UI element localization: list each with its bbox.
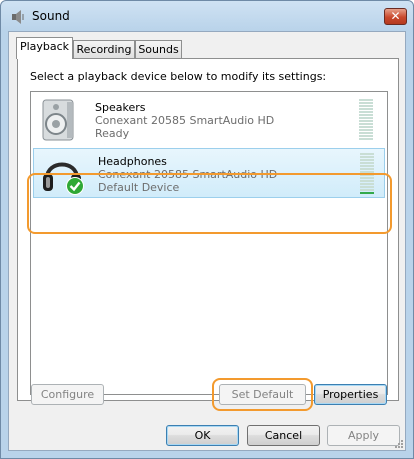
device-driver: Conexant 20585 SmartAudio HD: [95, 114, 275, 127]
tab-playback[interactable]: Playback: [16, 37, 73, 59]
configure-button[interactable]: Configure: [31, 384, 104, 405]
sound-dialog: Sound ✕ Playback Recording Sounds Select…: [0, 0, 414, 459]
instruction-text: Select a playback device below to modify…: [30, 70, 327, 83]
close-button[interactable]: ✕: [384, 8, 407, 25]
device-name: Headphones: [98, 155, 167, 168]
speaker-volume-icon: [12, 10, 24, 24]
close-icon: ✕: [390, 9, 401, 23]
device-status: Ready: [95, 127, 130, 140]
speaker-icon: [42, 99, 74, 141]
cancel-button[interactable]: Cancel: [247, 425, 320, 446]
headphones-highlight: [27, 173, 392, 234]
window-title: Sound: [32, 9, 70, 23]
device-list[interactable]: Speakers Conexant 20585 SmartAudio HD Re…: [30, 91, 388, 395]
playback-panel: Select a playback device below to modify…: [17, 58, 399, 401]
title-bar[interactable]: Sound ✕: [1, 1, 413, 31]
set-default-highlight: [212, 378, 313, 411]
tab-recording[interactable]: Recording: [73, 40, 135, 59]
ok-button[interactable]: OK: [166, 425, 239, 446]
resize-grip-icon[interactable]: [393, 438, 403, 448]
tab-sounds[interactable]: Sounds: [135, 40, 182, 59]
device-name: Speakers: [95, 101, 146, 114]
properties-button[interactable]: Properties: [314, 384, 387, 405]
apply-button[interactable]: Apply: [327, 425, 400, 446]
list-item-speakers[interactable]: Speakers Conexant 20585 SmartAudio HD Re…: [31, 95, 387, 145]
level-meter: [359, 99, 373, 141]
dialog-client-area: Playback Recording Sounds Select a playb…: [8, 31, 406, 451]
